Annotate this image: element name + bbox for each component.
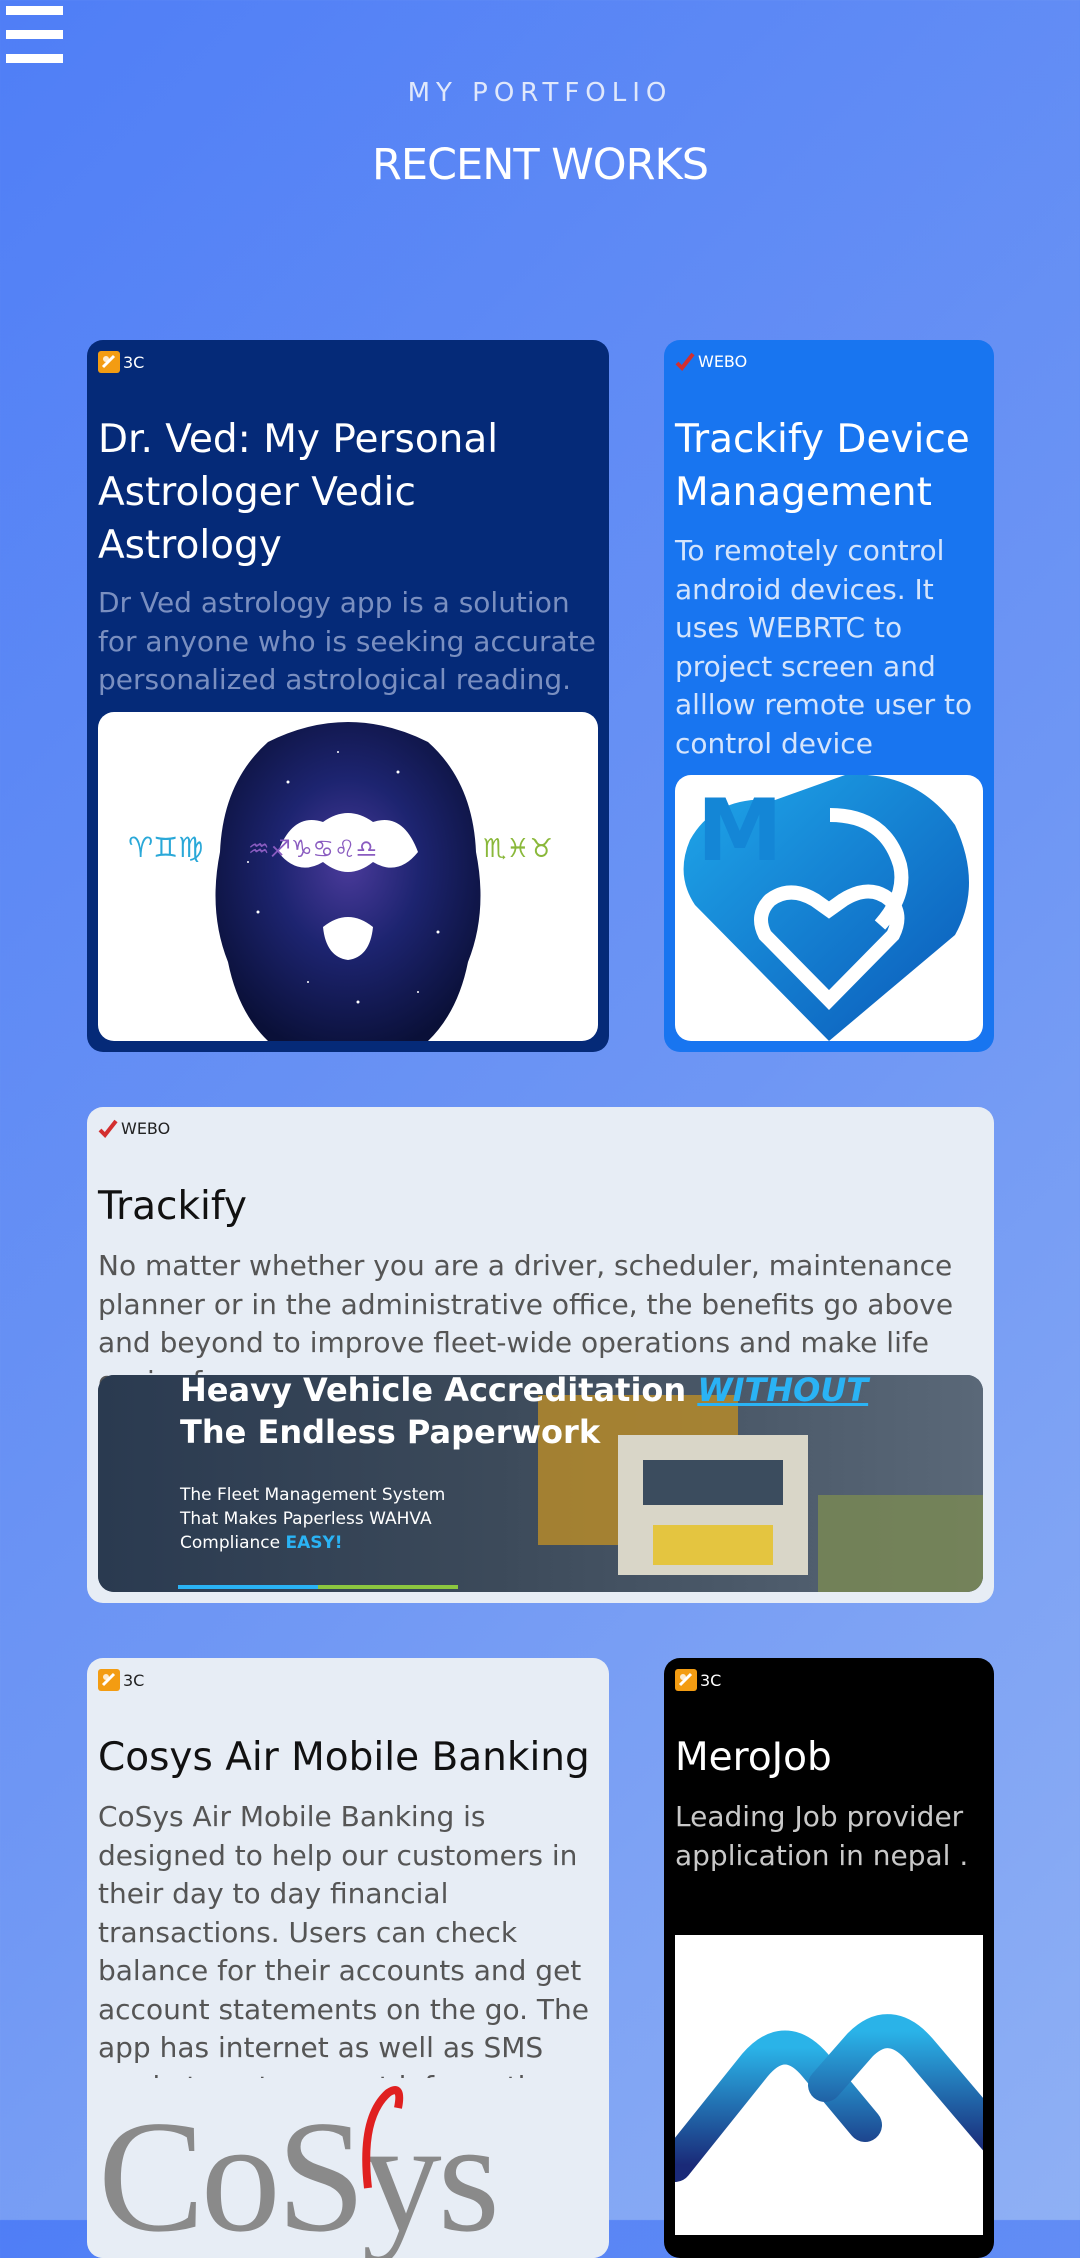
company-badge: WEBO	[675, 351, 747, 371]
project-image-astrology: ♈♊♍ ♒♐♑♋♌♎ ♏♓♉	[98, 712, 598, 1041]
astrologer-illustration: ♈♊♍ ♒♐♑♋♌♎ ♏♓♉	[128, 722, 553, 1041]
project-image-fleet-banner: Heavy Vehicle Accreditation WITHOUT The …	[98, 1375, 983, 1592]
section-title: RECENT WORKS	[371, 140, 709, 190]
badge-label: WEBO	[121, 1118, 171, 1138]
project-description: CoSys Air Mobile Banking is designed to …	[98, 1800, 590, 2103]
banner-body-highlight: EASY!	[285, 1533, 343, 1553]
project-title: MeroJob	[675, 1735, 832, 1780]
3c-logo-icon	[98, 351, 120, 373]
banner-headline-2: The Endless Paperwork	[180, 1413, 601, 1451]
zodiac-symbols-left: ♈♊♍	[128, 831, 203, 864]
banner-body: Compliance	[180, 1533, 281, 1553]
badge-label: 3C	[700, 1670, 722, 1690]
banner-headline: Heavy Vehicle Accreditation	[180, 1375, 687, 1409]
company-badge: WEBO	[98, 1118, 170, 1138]
zodiac-symbols-middle: ♒♐♑♋♌♎	[248, 835, 377, 863]
project-description: Dr Ved astrology app is a solution for a…	[98, 586, 596, 696]
menu-bar	[6, 6, 63, 15]
zodiac-symbols-right: ♏♓♉	[483, 834, 553, 864]
3c-logo-icon	[675, 1669, 697, 1691]
project-image-merojob-logo	[675, 1935, 983, 2235]
project-card-merojob[interactable]: 3C MeroJob Leading Job provider applicat…	[664, 1658, 994, 2258]
menu-bar	[6, 54, 63, 63]
company-badge: 3C	[675, 1669, 721, 1691]
project-image-trackify-logo: M	[675, 775, 983, 1041]
banner-body: That Makes Paperless WAHVA	[180, 1509, 432, 1529]
project-image-cosys-logo: CoSys	[98, 2078, 598, 2258]
project-title: Trackify Device Management	[675, 417, 970, 515]
webo-logo-icon	[675, 352, 695, 371]
project-description: To remotely control android devices. It …	[675, 534, 973, 760]
project-card-trackify-device-management[interactable]: WEBO Trackify Device Management To remot…	[664, 340, 994, 1052]
project-title: Trackify	[98, 1184, 248, 1229]
banner-headline-highlight: WITHOUT	[697, 1375, 869, 1409]
menu-bar	[6, 30, 63, 39]
webo-logo-icon	[98, 1119, 118, 1138]
project-card-trackify[interactable]: WEBO Trackify No matter whether you are …	[87, 1107, 994, 1603]
company-badge: 3C	[98, 1669, 144, 1691]
section-subtitle: MY PORTFOLIO	[407, 78, 673, 108]
project-title: Cosys Air Mobile Banking	[98, 1735, 590, 1780]
project-card-dr-ved[interactable]: 3C Dr. Ved: My Personal Astrologer Vedic…	[87, 340, 609, 1052]
project-card-cosys-air[interactable]: 3C Cosys Air Mobile Banking CoSys Air Mo…	[87, 1658, 609, 2258]
logo-letter: M	[697, 781, 783, 881]
hamburger-menu-button[interactable]	[6, 6, 63, 63]
badge-label: 3C	[123, 352, 145, 372]
banner-body: The Fleet Management System	[180, 1485, 446, 1505]
3c-logo-icon	[98, 1669, 120, 1691]
project-description: Leading Job provider application in nepa…	[675, 1800, 969, 1872]
badge-label: WEBO	[698, 351, 748, 371]
company-badge: 3C	[98, 351, 144, 373]
badge-label: 3C	[123, 1670, 145, 1690]
project-title: Dr. Ved: My Personal Astrologer Vedic As…	[98, 417, 499, 568]
